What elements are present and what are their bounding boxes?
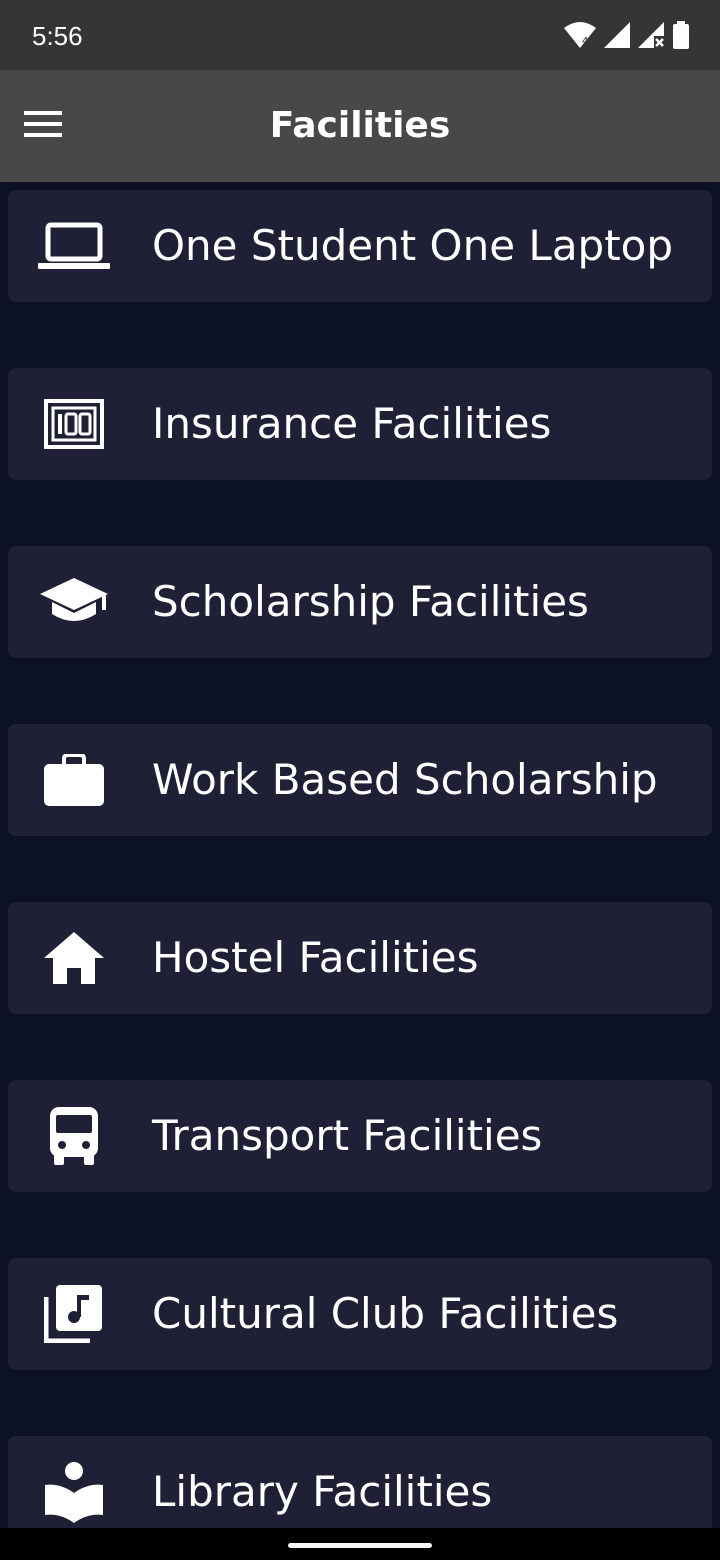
- facility-label: Library Facilities: [152, 1467, 493, 1516]
- facility-item-hostel[interactable]: Hostel Facilities: [8, 902, 712, 1014]
- facility-item-cultural-club[interactable]: Cultural Club Facilities: [8, 1258, 712, 1370]
- graduation-cap-icon: [38, 572, 110, 632]
- page-title: Facilities: [269, 105, 451, 146]
- reading-book-icon: [38, 1462, 110, 1523]
- wifi-icon: 4: [564, 22, 596, 48]
- navigation-bar: [0, 1528, 720, 1560]
- home-icon: [38, 928, 110, 988]
- facility-item-library[interactable]: Library Facilities: [8, 1436, 712, 1528]
- status-icons: 4: [564, 20, 690, 50]
- signal-no-data-icon: [638, 22, 664, 48]
- facility-item-scholarship[interactable]: Scholarship Facilities: [8, 546, 712, 658]
- facility-label: One Student One Laptop: [152, 221, 674, 270]
- facility-label: Insurance Facilities: [152, 399, 552, 448]
- status-time: 5:56: [32, 21, 83, 51]
- briefcase-icon: [38, 750, 110, 810]
- battery-icon: [672, 21, 690, 49]
- signal-icon: [604, 22, 630, 48]
- svg-text:4: 4: [582, 36, 588, 47]
- facility-label: Cultural Club Facilities: [152, 1289, 619, 1338]
- menu-button[interactable]: [24, 102, 88, 150]
- facility-item-transport[interactable]: Transport Facilities: [8, 1080, 712, 1192]
- facility-list: One Student One Laptop Insurance Facilit…: [0, 182, 720, 1528]
- facility-label: Hostel Facilities: [152, 933, 479, 982]
- home-gesture-handle[interactable]: [288, 1543, 432, 1548]
- facility-label: Work Based Scholarship: [152, 755, 658, 804]
- status-bar: 5:56 4: [0, 0, 720, 70]
- bus-icon: [38, 1106, 110, 1166]
- facility-label: Scholarship Facilities: [152, 577, 589, 626]
- hamburger-menu-icon: [24, 111, 62, 141]
- app-bar: Facilities: [0, 70, 720, 182]
- facility-item-insurance[interactable]: Insurance Facilities: [8, 368, 712, 480]
- music-library-icon: [38, 1284, 110, 1344]
- facility-item-work-based-scholarship[interactable]: Work Based Scholarship: [8, 724, 712, 836]
- laptop-icon: [38, 216, 110, 276]
- facility-item-one-student-one-laptop[interactable]: One Student One Laptop: [8, 190, 712, 302]
- insurance-100-icon: [38, 394, 110, 454]
- facility-label: Transport Facilities: [152, 1111, 543, 1160]
